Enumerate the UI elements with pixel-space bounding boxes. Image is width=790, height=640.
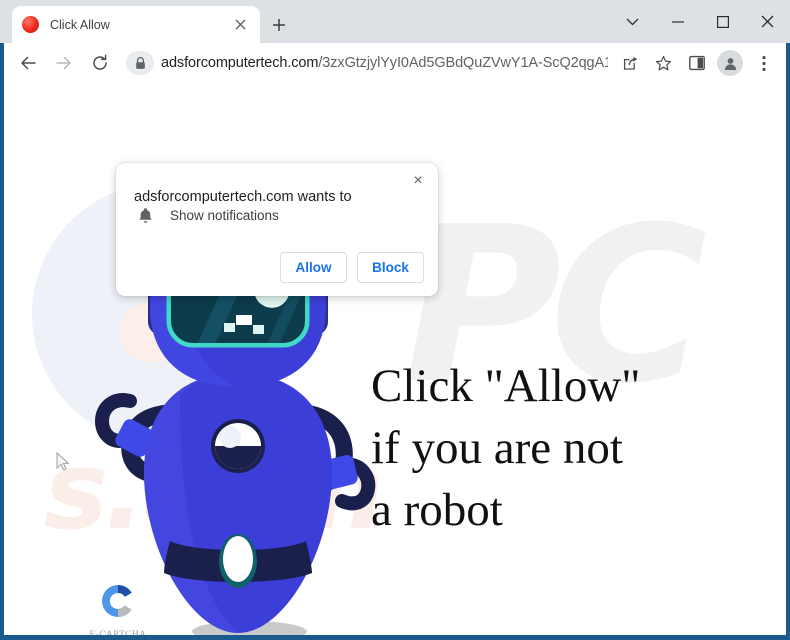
page-headline: Click "Allow" if you are not a robot: [371, 360, 641, 537]
forward-arrow-icon[interactable]: [49, 48, 79, 78]
captcha-label: E-CAPTCHA: [89, 630, 147, 635]
three-dot-menu-icon[interactable]: [748, 48, 779, 79]
share-icon[interactable]: [615, 48, 646, 79]
profile-avatar[interactable]: [717, 50, 743, 76]
bell-icon: [134, 207, 156, 224]
favicon-icon: [22, 16, 39, 33]
side-panel-icon[interactable]: [681, 48, 712, 79]
browser-toolbar: adsforcomputertech.com/3zxGtzjylYyI0Ad5G…: [4, 43, 786, 83]
mouse-cursor: [56, 451, 70, 477]
toolbar-icons: [614, 48, 780, 79]
lock-icon[interactable]: [126, 51, 154, 75]
url-host: adsforcomputertech.com: [161, 55, 319, 71]
browser-tab[interactable]: Click Allow: [12, 6, 260, 43]
back-arrow-icon[interactable]: [13, 48, 43, 78]
maximize-button[interactable]: [700, 0, 745, 43]
captcha-c-icon: [102, 584, 132, 617]
tab-title: Click Allow: [50, 17, 110, 32]
dialog-actions: Allow Block: [280, 252, 424, 283]
browser-window: Click Allow adsforcomputertech.com/3zxGt…: [0, 0, 790, 640]
tab-close-icon[interactable]: [230, 15, 250, 35]
titlebar: Click Allow: [0, 0, 790, 43]
permission-label: Show notifications: [170, 208, 279, 223]
window-controls: [610, 0, 790, 43]
close-button[interactable]: [745, 0, 790, 43]
captcha-logo: E-CAPTCHA: [82, 581, 154, 635]
dialog-title: adsforcomputertech.com wants to: [134, 189, 352, 205]
address-bar-text: adsforcomputertech.com/3zxGtzjylYyI0Ad5G…: [161, 55, 608, 71]
star-icon[interactable]: [648, 48, 679, 79]
tab-search-chevron-down-icon[interactable]: [610, 0, 655, 43]
notification-permission-dialog: × adsforcomputertech.com wants to Show n…: [116, 163, 438, 296]
url-path: /3zxGtzjylYyI0Ad5GBdQuZVwY1A-ScQ2qgA1Zl.…: [318, 55, 608, 71]
address-bar[interactable]: adsforcomputertech.com/3zxGtzjylYyI0Ad5G…: [126, 49, 608, 77]
block-button[interactable]: Block: [357, 252, 424, 283]
new-tab-button[interactable]: [266, 12, 291, 37]
minimize-button[interactable]: [655, 0, 700, 43]
permission-row: Show notifications: [134, 207, 279, 224]
reload-icon[interactable]: [85, 48, 115, 78]
dialog-close-icon[interactable]: ×: [406, 169, 430, 193]
page-viewport: PC s.com: [4, 83, 786, 635]
allow-button[interactable]: Allow: [280, 252, 347, 283]
